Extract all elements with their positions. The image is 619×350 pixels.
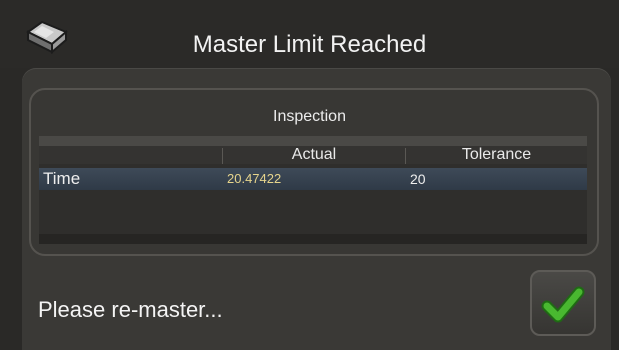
confirm-button[interactable]: [530, 270, 596, 336]
table-bottom-band: [39, 234, 587, 244]
master-limit-dialog: Master Limit Reached Inspection Actual T…: [0, 0, 619, 350]
row-name-cell: Time: [43, 169, 81, 188]
dialog-title: Master Limit Reached: [192, 31, 427, 58]
table-header: Actual Tolerance: [39, 146, 587, 164]
column-header-actual[interactable]: Actual: [223, 146, 405, 164]
table-row[interactable]: Time 20.47422 20: [39, 168, 587, 190]
inspection-table: Actual Tolerance Time 20.47422 20: [39, 136, 587, 244]
status-message: Please re-master...: [38, 297, 223, 322]
table-top-band: [39, 136, 587, 146]
column-header-tolerance[interactable]: Tolerance: [406, 146, 587, 164]
inspection-group-title: Inspection: [273, 108, 346, 125]
row-actual-cell: 20.47422: [227, 171, 282, 186]
checkmark-icon: [541, 286, 585, 323]
row-tolerance-cell: 20: [410, 171, 426, 187]
column-header-name[interactable]: [39, 146, 221, 164]
title-bar: Master Limit Reached: [0, 0, 619, 68]
